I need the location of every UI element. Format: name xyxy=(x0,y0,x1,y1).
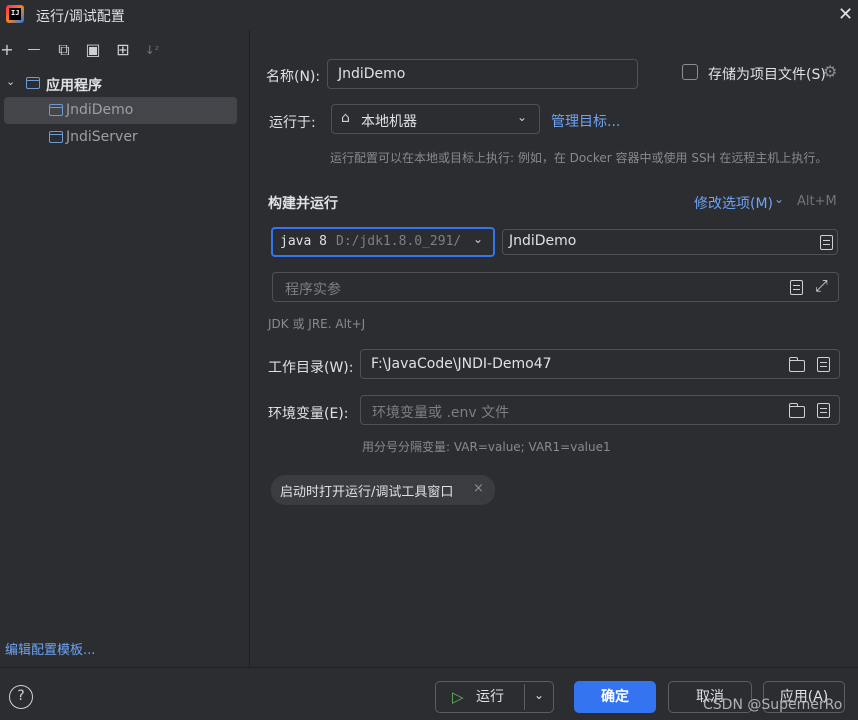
title-bar: IJ 运行/调试配置 ✕ xyxy=(0,0,858,30)
workdir-label: 工作目录(W): xyxy=(268,360,354,376)
program-args-placeholder: 程序实参 xyxy=(285,282,341,298)
name-value: JndiDemo xyxy=(338,66,406,82)
save-icon[interactable]: ▣ xyxy=(83,40,103,60)
tree-item-jndidemo[interactable]: JndiDemo xyxy=(4,97,237,124)
folder-icon[interactable] xyxy=(788,357,805,372)
add-icon[interactable]: + xyxy=(0,40,17,60)
play-icon: ▷ xyxy=(452,688,464,706)
edit-env-icon[interactable] xyxy=(817,403,830,418)
intellij-app-icon: IJ xyxy=(6,5,24,23)
close-icon[interactable]: ✕ xyxy=(838,4,853,25)
workdir-field[interactable]: F:\JavaCode\JNDI-Demo47 xyxy=(360,349,840,379)
run-on-value: 本地机器 xyxy=(361,114,417,130)
jdk-name: java 8 xyxy=(280,234,327,249)
program-args-field[interactable]: 程序实参 ⤢ xyxy=(272,272,839,302)
tree-item-label: JndiServer xyxy=(66,129,138,145)
home-icon: ⌂ xyxy=(341,110,350,126)
remove-chip-icon[interactable]: × xyxy=(473,481,484,496)
window-title: 运行/调试配置 xyxy=(36,9,125,25)
run-button-label: 运行 xyxy=(476,689,504,705)
tree-group-label: 应用程序 xyxy=(46,78,102,94)
env-placeholder: 环境变量或 .env 文件 xyxy=(372,405,510,421)
run-button[interactable]: ▷ 运行 ⌄ xyxy=(435,681,554,713)
help-icon[interactable]: ? xyxy=(9,685,33,709)
edit-templates-link[interactable]: 编辑配置模板... xyxy=(5,639,95,658)
modify-options-shortcut: Alt+M xyxy=(797,194,837,209)
chevron-down-icon: ⌄ xyxy=(517,110,528,124)
jdk-select[interactable]: java 8 D:/jdk1.8.0_291/ ⌄ xyxy=(271,227,495,257)
jdk-path: D:/jdk1.8.0_291/ xyxy=(336,234,462,249)
modify-options-link[interactable]: 修改选项(M) xyxy=(694,193,773,213)
open-tool-window-chip[interactable]: 启动时打开运行/调试工具窗口 × xyxy=(271,475,495,505)
tree-item-label: JndiDemo xyxy=(66,102,134,118)
env-label: 环境变量(E): xyxy=(268,406,349,422)
chevron-down-icon[interactable]: ⌄ xyxy=(774,192,784,206)
gear-icon[interactable]: ⚙ xyxy=(823,62,837,81)
manage-targets-link[interactable]: 管理目标... xyxy=(551,111,620,131)
chevron-down-icon[interactable]: ⌄ xyxy=(534,680,544,710)
application-config-icon xyxy=(49,131,63,143)
name-label: 名称(N): xyxy=(266,69,321,85)
name-field[interactable]: JndiDemo xyxy=(327,59,638,89)
macros-icon[interactable] xyxy=(817,357,830,372)
remove-icon[interactable]: — xyxy=(24,40,44,60)
run-on-label: 运行于: xyxy=(269,115,316,131)
new-folder-icon[interactable]: ⊞ xyxy=(113,40,133,60)
split-divider xyxy=(524,684,525,710)
chevron-down-icon[interactable]: ⌄ xyxy=(6,75,15,88)
run-on-hint: 运行配置可以在本地或目标上执行: 例如，在 Docker 容器中或使用 SSH … xyxy=(330,151,828,165)
tree-group-application[interactable]: ⌄ 应用程序 xyxy=(4,70,237,97)
copy-icon[interactable]: ⧉ xyxy=(54,40,74,60)
maximize-icon[interactable]: ⤢ xyxy=(815,276,828,296)
store-as-file-checkbox[interactable] xyxy=(682,64,698,80)
chip-label: 启动时打开运行/调试工具窗口 xyxy=(280,485,454,500)
run-on-select[interactable]: ⌂ 本地机器 ⌄ xyxy=(331,104,540,134)
store-as-file-label: 存储为项目文件(S) xyxy=(708,67,826,83)
expand-text-icon[interactable] xyxy=(790,280,803,295)
env-field[interactable]: 环境变量或 .env 文件 xyxy=(360,395,840,425)
chevron-down-icon: ⌄ xyxy=(473,232,484,246)
ok-button[interactable]: 确定 xyxy=(574,681,656,713)
browse-icon[interactable] xyxy=(820,235,833,250)
folder-icon[interactable] xyxy=(788,403,805,418)
main-class-field[interactable]: JndiDemo xyxy=(502,229,838,255)
main-class-value: JndiDemo xyxy=(509,233,577,249)
jdk-hint: JDK 或 JRE. Alt+J xyxy=(268,317,366,331)
build-run-section-title: 构建并运行 xyxy=(268,196,338,212)
tree-item-jndiserver[interactable]: JndiServer xyxy=(4,124,237,151)
workdir-value: F:\JavaCode\JNDI-Demo47 xyxy=(371,356,552,372)
env-hint: 用分号分隔变量: VAR=value; VAR1=value1 xyxy=(362,440,611,454)
csdn-watermark: CSDN @SupemerRo xyxy=(703,697,843,713)
application-folder-icon xyxy=(26,77,40,89)
application-config-icon xyxy=(49,104,63,116)
sort-icon[interactable]: ↓ᶻ xyxy=(142,40,162,60)
